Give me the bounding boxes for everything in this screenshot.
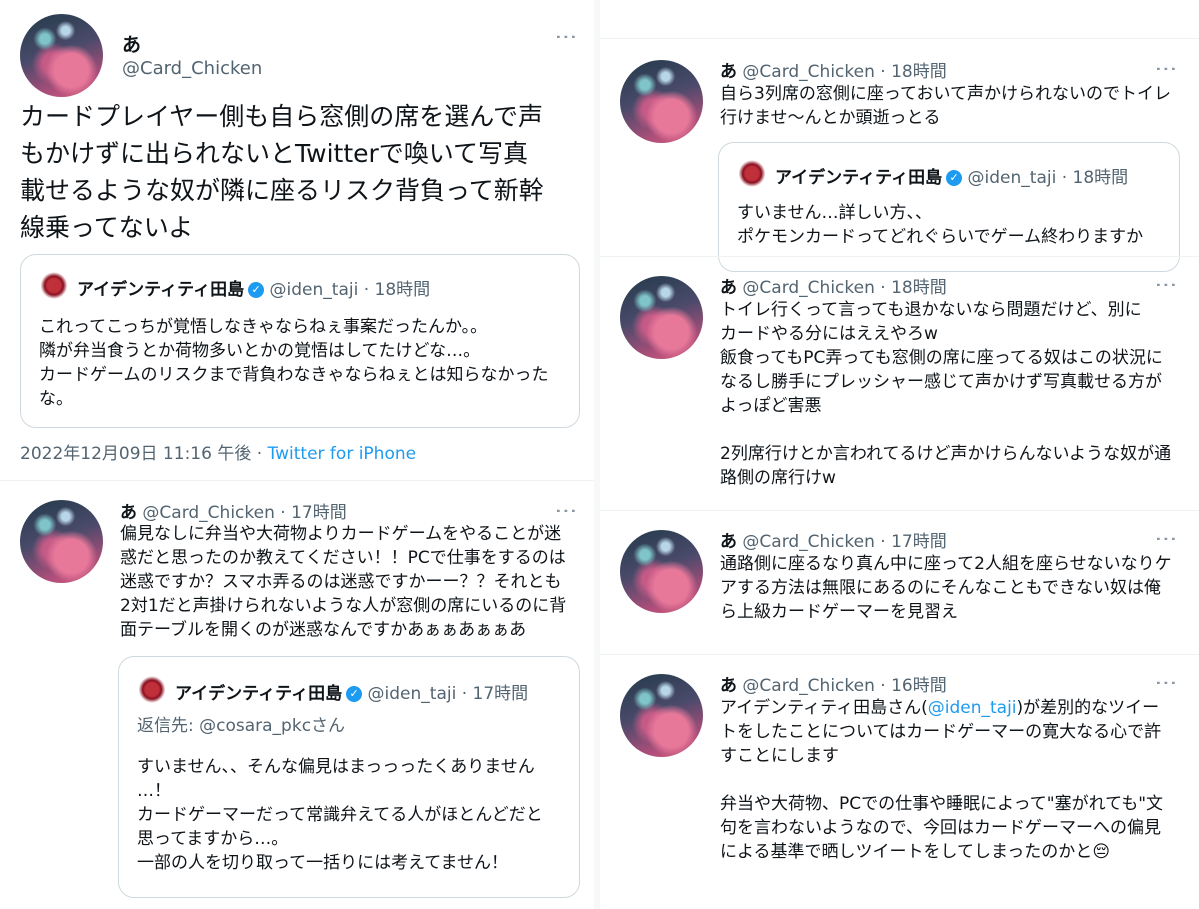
- verified-icon: ✓: [946, 170, 963, 186]
- avatar[interactable]: [620, 60, 703, 143]
- display-name[interactable]: あ: [720, 278, 737, 298]
- pensive-emoji-icon: 😔: [1092, 842, 1111, 862]
- avatar: [137, 676, 167, 706]
- more-icon[interactable]: ⋮: [1153, 58, 1178, 80]
- tweet-meta: 2022年12月09日 11:16 午後 · Twitter for iPhon…: [20, 439, 416, 464]
- tweet-header: あ @Card_Chicken · 18時間: [720, 273, 947, 298]
- tweet-text: 通路側に座るなり真ん中に座って2人組を座らせないなりケ アする方法は無限にあるの…: [720, 554, 1172, 622]
- display-name[interactable]: あ: [720, 62, 737, 82]
- avatar[interactable]: [620, 674, 703, 757]
- display-name[interactable]: あ: [720, 532, 737, 552]
- tweet-text: 自ら3列席の窓側に座っておいて声かけられないのでトイレ 行けませ〜んとか頭逝っと…: [720, 84, 1171, 128]
- more-icon[interactable]: ⋮: [553, 500, 578, 522]
- separator: ·: [256, 444, 263, 464]
- quote-text: これってこっちが覚悟しなきゃならねぇ事案だったんか。。 隣が弁当食うとか荷物多い…: [39, 317, 549, 409]
- separator: ·: [280, 503, 286, 523]
- tweet-text: トイレ行くって言っても退かないなら問題だけど、別に カードやる分にはええやろw …: [720, 300, 1172, 488]
- tweet-header: あ @Card_Chicken · 18時間: [720, 57, 947, 82]
- avatar: [39, 272, 69, 302]
- divider: [0, 480, 594, 481]
- tweet-text: カードプレイヤー側も自ら窓側の席を選んで声 もかけずに出られないとTwitter…: [20, 102, 544, 242]
- more-icon[interactable]: ⋮: [1153, 528, 1178, 550]
- tweet-text: 偏見なしに弁当や大荷物よりカードゲームをやることが迷 惑だと思ったのか教えてくだ…: [120, 524, 567, 640]
- display-name[interactable]: あ: [122, 30, 141, 57]
- avatar[interactable]: [620, 276, 703, 359]
- display-name: アイデンティティ田島: [175, 684, 343, 704]
- handle[interactable]: @Card_Chicken: [142, 503, 274, 523]
- mention-link[interactable]: @iden_taji: [928, 698, 1017, 718]
- quoted-tweet[interactable]: アイデンティティ田島 ✓ @iden_taji · 18時間 すいません…詳しい方…: [718, 142, 1180, 272]
- tweet-header: あ @Card_Chicken · 17時間: [720, 527, 947, 552]
- text-part: アイデンティティ田島さん(: [720, 698, 928, 718]
- time[interactable]: 16時間: [891, 676, 947, 696]
- separator: ·: [880, 278, 886, 298]
- more-icon[interactable]: ⋮: [1153, 274, 1178, 296]
- tweet-text: アイデンティティ田島さん(@iden_taji)が差別的なツイー トをしたことに…: [720, 696, 1190, 864]
- tweet-header: あ @Card_Chicken · 17時間: [120, 498, 347, 523]
- handle: @iden_taji: [367, 684, 457, 704]
- time: 18時間: [374, 280, 431, 300]
- handle[interactable]: @Card_Chicken: [742, 532, 874, 552]
- separator: ·: [461, 684, 468, 704]
- verified-icon: ✓: [248, 282, 265, 298]
- separator: ·: [363, 280, 370, 300]
- handle[interactable]: @Card_Chicken: [742, 278, 874, 298]
- handle: @iden_taji: [269, 280, 359, 300]
- separator: ·: [1061, 168, 1068, 188]
- handle[interactable]: @Card_Chicken: [122, 58, 262, 79]
- text-part: )が差別的なツイー トをしたことについてはカードゲーマーの寛大なる心で許 すこと…: [720, 698, 1164, 862]
- separator: ·: [880, 62, 886, 82]
- timestamp[interactable]: 2022年12月09日 11:16 午後: [20, 444, 251, 464]
- more-icon[interactable]: ⋮: [553, 26, 578, 48]
- quote-header: アイデンティティ田島 ✓ @iden_taji · 18時間: [77, 275, 430, 300]
- display-name[interactable]: あ: [120, 503, 137, 523]
- verified-icon: ✓: [346, 686, 363, 702]
- divider: [600, 38, 1199, 39]
- time[interactable]: 18時間: [891, 278, 947, 298]
- more-icon[interactable]: ⋮: [1153, 672, 1178, 694]
- time: 18時間: [1072, 168, 1129, 188]
- quoted-tweet[interactable]: アイデンティティ田島 ✓ @iden_taji · 18時間 これってこっちが覚悟…: [20, 254, 580, 428]
- reply-to: 返信先: @cosara_pkcさん: [137, 716, 346, 736]
- avatar: [737, 160, 767, 190]
- separator: ·: [880, 532, 886, 552]
- time[interactable]: 17時間: [891, 532, 947, 552]
- divider: [600, 654, 1199, 655]
- quote-header: アイデンティティ田島 ✓ @iden_taji · 18時間: [775, 163, 1128, 188]
- display-name[interactable]: あ: [720, 676, 737, 696]
- time[interactable]: 18時間: [891, 62, 947, 82]
- source-link[interactable]: Twitter for iPhone: [268, 444, 417, 464]
- divider: [600, 510, 1199, 511]
- quote-header: アイデンティティ田島 ✓ @iden_taji · 17時間: [175, 679, 528, 704]
- divider: [600, 256, 1199, 257]
- time: 17時間: [472, 684, 529, 704]
- quoted-tweet[interactable]: アイデンティティ田島 ✓ @iden_taji · 17時間 返信先: @cosa…: [118, 656, 580, 898]
- display-name: アイデンティティ田島: [775, 168, 943, 188]
- avatar[interactable]: [620, 530, 703, 613]
- handle: @iden_taji: [967, 168, 1057, 188]
- display-name: アイデンティティ田島: [77, 280, 245, 300]
- handle[interactable]: @Card_Chicken: [742, 62, 874, 82]
- handle[interactable]: @Card_Chicken: [742, 676, 874, 696]
- avatar[interactable]: [20, 14, 103, 97]
- quote-text: すいません…詳しい方、、 ポケモンカードってどれぐらいでゲーム終わりますか: [737, 203, 1144, 247]
- avatar[interactable]: [20, 500, 103, 583]
- quote-text: すいません、、そんな偏見はまっっったくありません …！ カードゲーマーだって常識…: [137, 757, 543, 873]
- column-separator: [594, 0, 600, 909]
- separator: ·: [880, 676, 886, 696]
- tweet-header: あ @Card_Chicken · 16時間: [720, 671, 947, 696]
- time[interactable]: 17時間: [291, 503, 347, 523]
